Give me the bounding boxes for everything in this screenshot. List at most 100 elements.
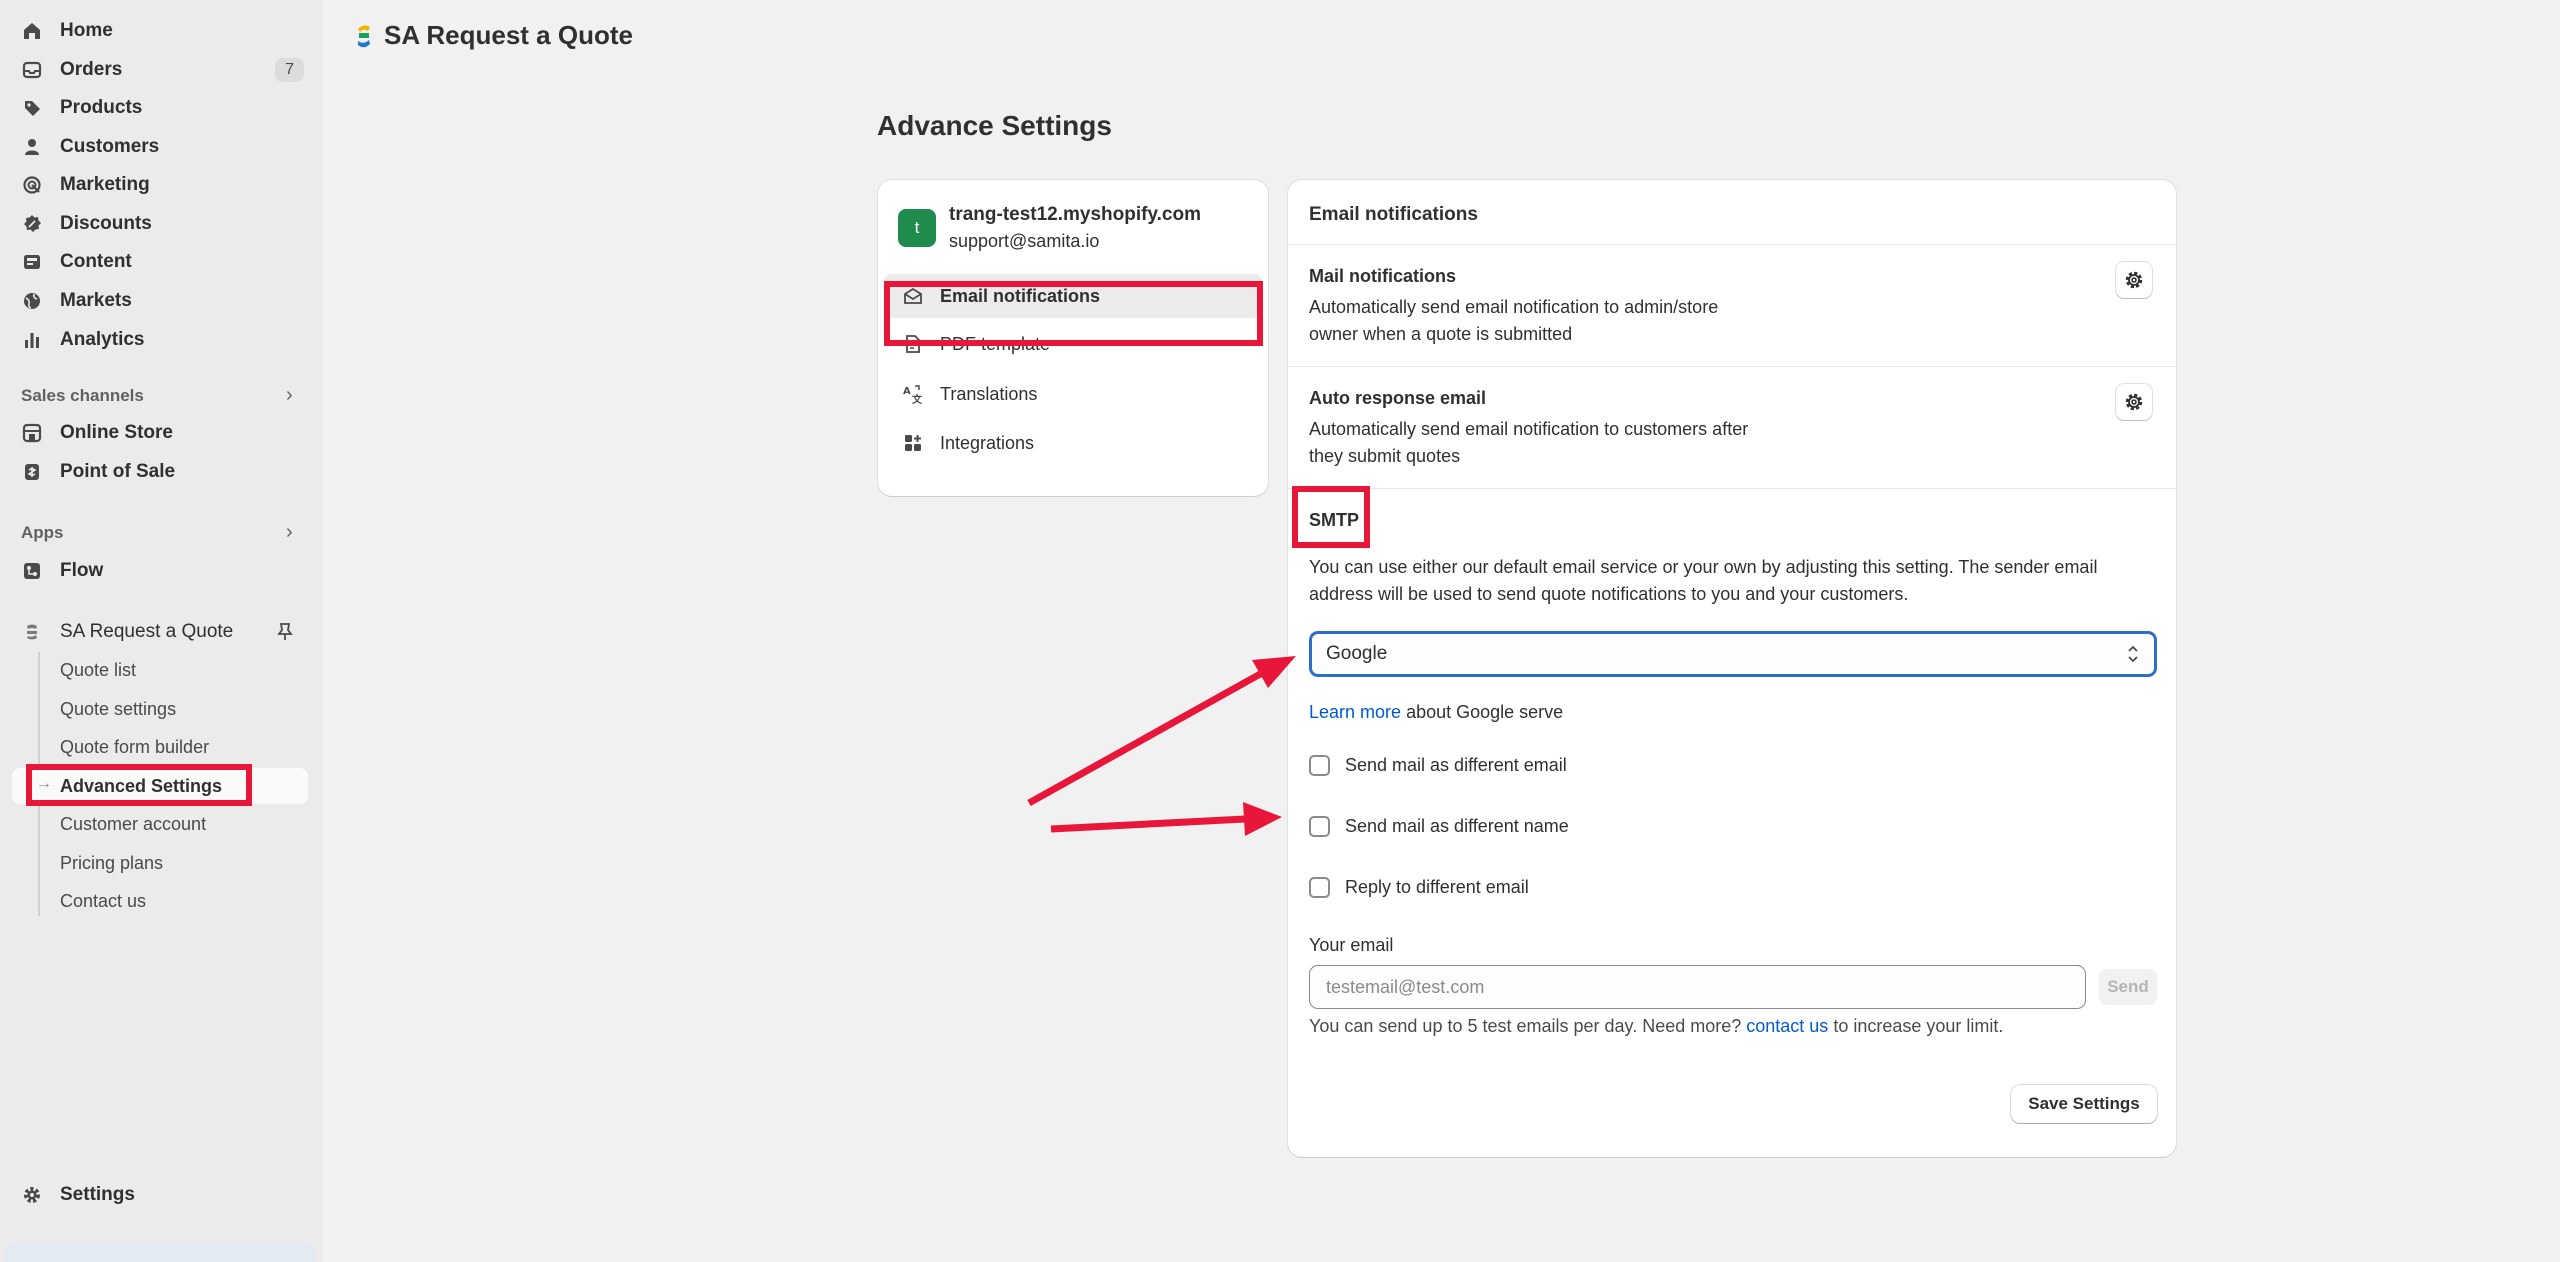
sidebar-item-products[interactable]: Products	[22, 90, 304, 126]
target-icon	[22, 175, 42, 195]
help-text-prefix: You can send up to 5 test emails per day…	[1309, 1016, 1747, 1036]
store-icon	[22, 423, 42, 443]
checkbox-row[interactable]: Send mail as different email	[1309, 755, 1567, 776]
sidebar-item-label: Point of Sale	[60, 461, 176, 482]
menu-label: Translations	[940, 383, 1038, 404]
menu-integrations[interactable]: Integrations	[884, 421, 1262, 465]
desc-line: address will be used to send quote notif…	[1309, 584, 1909, 604]
subnav-quote-form-builder[interactable]: Quote form builder	[60, 737, 209, 758]
your-email-field[interactable]	[1309, 965, 2086, 1009]
mail-notifications-settings-button[interactable]	[2116, 262, 2152, 298]
svg-text:A: A	[903, 386, 911, 397]
menu-translations[interactable]: A文 Translations	[884, 372, 1262, 416]
sidebar-item-discounts[interactable]: Discounts	[22, 206, 304, 242]
sidebar: Home Orders 7 Products Customers Marketi…	[0, 0, 323, 1262]
subnav-quote-settings[interactable]: Quote settings	[60, 699, 176, 720]
your-email-label: Your email	[1309, 935, 1394, 955]
checkbox[interactable]	[1309, 755, 1330, 776]
sales-channels-title: Sales channels	[21, 386, 144, 405]
sidebar-item-home[interactable]: Home	[22, 13, 304, 49]
desc-line: Automatically send email notification to…	[1309, 419, 1749, 439]
sidebar-item-label: Flow	[60, 560, 104, 581]
sidebar-item-analytics[interactable]: Analytics	[22, 322, 304, 358]
subnav-quote-list[interactable]: Quote list	[60, 660, 136, 681]
contact-us-link[interactable]: contact us	[1746, 1016, 1828, 1036]
apps-title: Apps	[21, 523, 64, 542]
inbox-icon	[22, 60, 42, 80]
content-icon	[22, 252, 42, 272]
subnav-customer-account[interactable]: Customer account	[60, 814, 206, 835]
svg-text:文: 文	[912, 393, 923, 404]
checkbox-row[interactable]: Send mail as different name	[1309, 816, 1569, 837]
smtp-provider-select[interactable]: Google	[1309, 631, 2157, 677]
gear-icon	[22, 1185, 42, 1205]
app-logo-icon	[358, 24, 370, 47]
app-header: SA Request a Quote	[356, 20, 633, 51]
chevron-right-icon[interactable]: ›	[286, 521, 293, 544]
auto-response-settings-button[interactable]	[2116, 384, 2152, 420]
annotation-highlight-box	[884, 281, 1263, 346]
desc-line: Automatically send email notification to…	[1309, 297, 1719, 317]
sidebar-item-label: Discounts	[60, 213, 152, 234]
sidebar-item-point-of-sale[interactable]: Point of Sale	[22, 454, 304, 490]
sidebar-item-orders[interactable]: Orders 7	[22, 52, 304, 88]
sidebar-item-label: Online Store	[60, 422, 173, 443]
divider	[1288, 488, 2176, 489]
sidebar-item-label: SA Request a Quote	[60, 621, 234, 642]
checkbox[interactable]	[1309, 816, 1330, 837]
menu-label: Integrations	[940, 432, 1035, 453]
select-value: Google	[1326, 643, 1388, 664]
sidebar-item-content[interactable]: Content	[22, 244, 304, 280]
auto-response-title: Auto response email	[1309, 388, 1487, 408]
checkbox-row[interactable]: Reply to different email	[1309, 877, 1529, 898]
pos-icon	[22, 462, 42, 482]
checkbox-label: Send mail as different email	[1345, 755, 1567, 775]
sidebar-item-flow[interactable]: Flow	[22, 553, 304, 589]
pin-icon[interactable]	[276, 622, 294, 647]
sidebar-item-label: Marketing	[60, 174, 150, 195]
checkbox-label: Send mail as different name	[1345, 816, 1569, 836]
mail-notifications-title: Mail notifications	[1309, 266, 1457, 286]
save-settings-button[interactable]: Save Settings	[2011, 1085, 2157, 1123]
discount-icon	[22, 214, 42, 234]
your-email-input[interactable]	[1326, 976, 2085, 998]
store-domain: trang-test12.myshopify.com	[949, 204, 1201, 225]
annotation-arrows	[1027, 656, 1296, 836]
sidebar-item-label: Orders	[60, 59, 123, 80]
learn-more-text: about Google serve	[1401, 702, 1564, 722]
chevron-up-down-icon	[2126, 643, 2140, 666]
send-button[interactable]: Send	[2099, 969, 2157, 1005]
subnav-contact-us[interactable]: Contact us	[60, 891, 146, 912]
sidebar-item-marketing[interactable]: Marketing	[22, 167, 304, 203]
mail-notifications-desc: Automatically send email notification to…	[1309, 294, 1718, 348]
globe-icon	[22, 291, 42, 311]
checkbox-label: Reply to different email	[1345, 877, 1529, 897]
checkbox[interactable]	[1309, 877, 1330, 898]
sidebar-bottom-banner[interactable]	[6, 1242, 314, 1262]
sidebar-item-markets[interactable]: Markets	[22, 283, 304, 319]
gear-icon	[2125, 271, 2143, 289]
divider	[1288, 244, 2176, 245]
annotation-highlight-box	[1292, 486, 1370, 548]
annotation-highlight-box	[26, 764, 252, 806]
sidebar-item-label: Customers	[60, 136, 160, 157]
home-icon	[22, 21, 42, 41]
card-title: Email notifications	[1309, 204, 1478, 225]
help-text-suffix: to increase your limit.	[1828, 1016, 2004, 1036]
chevron-right-icon[interactable]: ›	[286, 384, 293, 407]
subnav-pricing-plans[interactable]: Pricing plans	[60, 853, 163, 874]
desc-line: You can use either our default email ser…	[1309, 557, 2098, 577]
flow-icon	[22, 561, 42, 581]
sidebar-item-settings[interactable]: Settings	[22, 1177, 304, 1213]
app-title: SA Request a Quote	[384, 20, 633, 50]
sidebar-item-online-store[interactable]: Online Store	[22, 415, 304, 451]
orders-count-badge: 7	[275, 58, 304, 82]
desc-line: owner when a quote is submitted	[1309, 324, 1573, 344]
sidebar-item-sa-request-a-quote[interactable]: SA Request a Quote	[22, 614, 304, 650]
annotation-arrow	[1027, 656, 1296, 807]
smtp-desc: You can use either our default email ser…	[1309, 554, 2097, 608]
sidebar-item-label: Home	[60, 20, 113, 41]
sidebar-item-customers[interactable]: Customers	[22, 129, 304, 165]
auto-response-desc: Automatically send email notification to…	[1309, 416, 1748, 470]
learn-more-link[interactable]: Learn more	[1309, 702, 1401, 722]
